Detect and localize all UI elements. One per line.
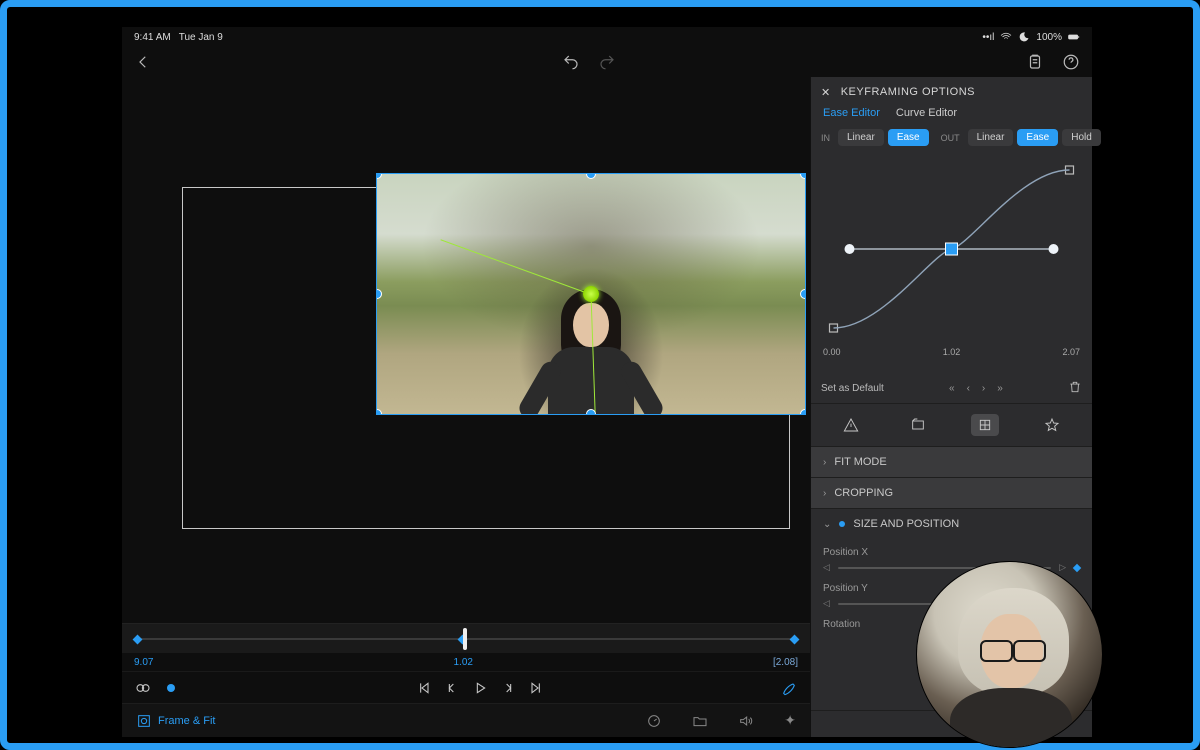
webcam-pip: [917, 562, 1102, 747]
kf-prev-button[interactable]: ‹: [967, 383, 970, 394]
loop-button[interactable]: [132, 677, 154, 699]
ease-out-linear[interactable]: Linear: [968, 129, 1014, 146]
proptab-frame[interactable]: [904, 414, 932, 436]
resize-handle-r[interactable]: [800, 289, 806, 299]
ease-out-hold[interactable]: Hold: [1062, 129, 1101, 146]
proptab-favorite[interactable]: [1038, 414, 1066, 436]
effects-icon: ✦: [784, 712, 796, 729]
chevron-right-icon: ›: [823, 457, 826, 468]
redo-button[interactable]: [596, 51, 618, 73]
close-panel-button[interactable]: ✕: [821, 86, 831, 99]
resize-handle-tl[interactable]: [376, 173, 382, 179]
resize-handle-l[interactable]: [376, 289, 382, 299]
proptab-transform[interactable]: [971, 414, 999, 436]
tool-frame-fit[interactable]: Frame & Fit: [136, 713, 215, 729]
ease-in-linear[interactable]: Linear: [838, 129, 884, 146]
status-time: 9:41 AM: [134, 32, 171, 43]
resize-handle-t[interactable]: [586, 173, 596, 179]
undo-button[interactable]: [560, 51, 582, 73]
time-clip-start: 9.07: [134, 657, 153, 668]
chevron-down-icon: ⌄: [823, 519, 831, 530]
wifi-icon: [1000, 31, 1012, 43]
go-start-button[interactable]: [413, 677, 435, 699]
keyframe-marker[interactable]: [133, 635, 143, 645]
kf-first-button[interactable]: «: [949, 383, 955, 394]
section-size-position[interactable]: ⌄SIZE AND POSITION: [811, 509, 1092, 539]
ease-curve-graph[interactable]: 0.00 1.02 2.07: [819, 154, 1084, 374]
resize-handle-bl[interactable]: [376, 409, 382, 415]
prop-posx-label: Position X: [823, 547, 1080, 558]
step-fwd-button[interactable]: [497, 677, 519, 699]
help-button[interactable]: [1060, 51, 1082, 73]
chevron-right-icon: ›: [823, 488, 826, 499]
posx-dec[interactable]: ◁: [823, 562, 830, 573]
battery-pct: 100%: [1036, 32, 1062, 43]
step-back-button[interactable]: [441, 677, 463, 699]
inspector-panel: ✕ KEYFRAMING OPTIONS Ease Editor Curve E…: [810, 77, 1092, 737]
canvas[interactable]: [122, 77, 810, 623]
curve-tick-a: 0.00: [823, 347, 841, 357]
clipboard-button[interactable]: [1024, 51, 1046, 73]
posx-keyframe-icon[interactable]: [1073, 563, 1081, 571]
time-playhead: 1.02: [153, 657, 773, 668]
clip-subject: [536, 289, 646, 415]
back-button[interactable]: [132, 51, 154, 73]
resize-handle-b[interactable]: [586, 409, 596, 415]
brush-button[interactable]: [778, 677, 800, 699]
kf-last-button[interactable]: »: [997, 383, 1003, 394]
dnd-moon-icon: [1018, 31, 1030, 43]
selected-clip[interactable]: [376, 173, 806, 415]
play-button[interactable]: [469, 677, 491, 699]
scrubber[interactable]: [122, 623, 810, 653]
tool-frame-fit-label: Frame & Fit: [158, 715, 215, 727]
ease-out-segment: Linear Ease Hold: [968, 129, 1101, 146]
go-end-button[interactable]: [525, 677, 547, 699]
kf-delete-button[interactable]: [1068, 380, 1082, 397]
tool-folder[interactable]: [692, 713, 708, 729]
tab-curve-editor[interactable]: Curve Editor: [896, 107, 957, 119]
transport-bar: [122, 671, 810, 703]
keyframe-marker[interactable]: [790, 635, 800, 645]
ease-in-segment: Linear Ease: [838, 129, 929, 146]
marker-button[interactable]: [160, 677, 182, 699]
ease-in-ease[interactable]: Ease: [888, 129, 929, 146]
tab-ease-editor[interactable]: Ease Editor: [823, 107, 880, 119]
ease-in-label: IN: [821, 133, 830, 143]
tool-speed[interactable]: [646, 713, 662, 729]
status-date: Tue Jan 9: [179, 32, 223, 43]
tool-audio[interactable]: [738, 713, 754, 729]
tool-effects[interactable]: ✦: [784, 712, 796, 729]
status-bar: 9:41 AM Tue Jan 9 ••ıl 100%: [122, 27, 1092, 47]
ease-out-ease[interactable]: Ease: [1017, 129, 1058, 146]
set-default-button[interactable]: Set as Default: [821, 383, 884, 394]
posy-dec[interactable]: ◁: [823, 598, 830, 609]
posx-inc[interactable]: ▷: [1059, 562, 1066, 573]
kf-next-button[interactable]: ›: [982, 383, 985, 394]
resize-handle-tr[interactable]: [800, 173, 806, 179]
proptab-warning[interactable]: [837, 414, 865, 436]
ease-out-label: OUT: [941, 133, 960, 143]
time-readout: 9.07 1.02 [2.08]: [122, 653, 810, 671]
keyframe-indicator-icon: [839, 521, 845, 527]
top-toolbar: [122, 47, 1092, 77]
resize-handle-br[interactable]: [800, 409, 806, 415]
curve-tick-c: 2.07: [1062, 347, 1080, 357]
tool-row: Frame & Fit ✦: [122, 703, 810, 737]
playhead[interactable]: [463, 628, 467, 650]
section-cropping[interactable]: ›CROPPING: [811, 478, 1092, 508]
panel-title: KEYFRAMING OPTIONS: [841, 86, 975, 98]
section-fit-mode[interactable]: ›FIT MODE: [811, 447, 1092, 477]
curve-tick-b: 1.02: [943, 347, 961, 357]
signal-icon: ••ıl: [982, 32, 994, 43]
time-clip-dur: [2.08]: [773, 657, 798, 668]
battery-icon: [1068, 31, 1080, 43]
